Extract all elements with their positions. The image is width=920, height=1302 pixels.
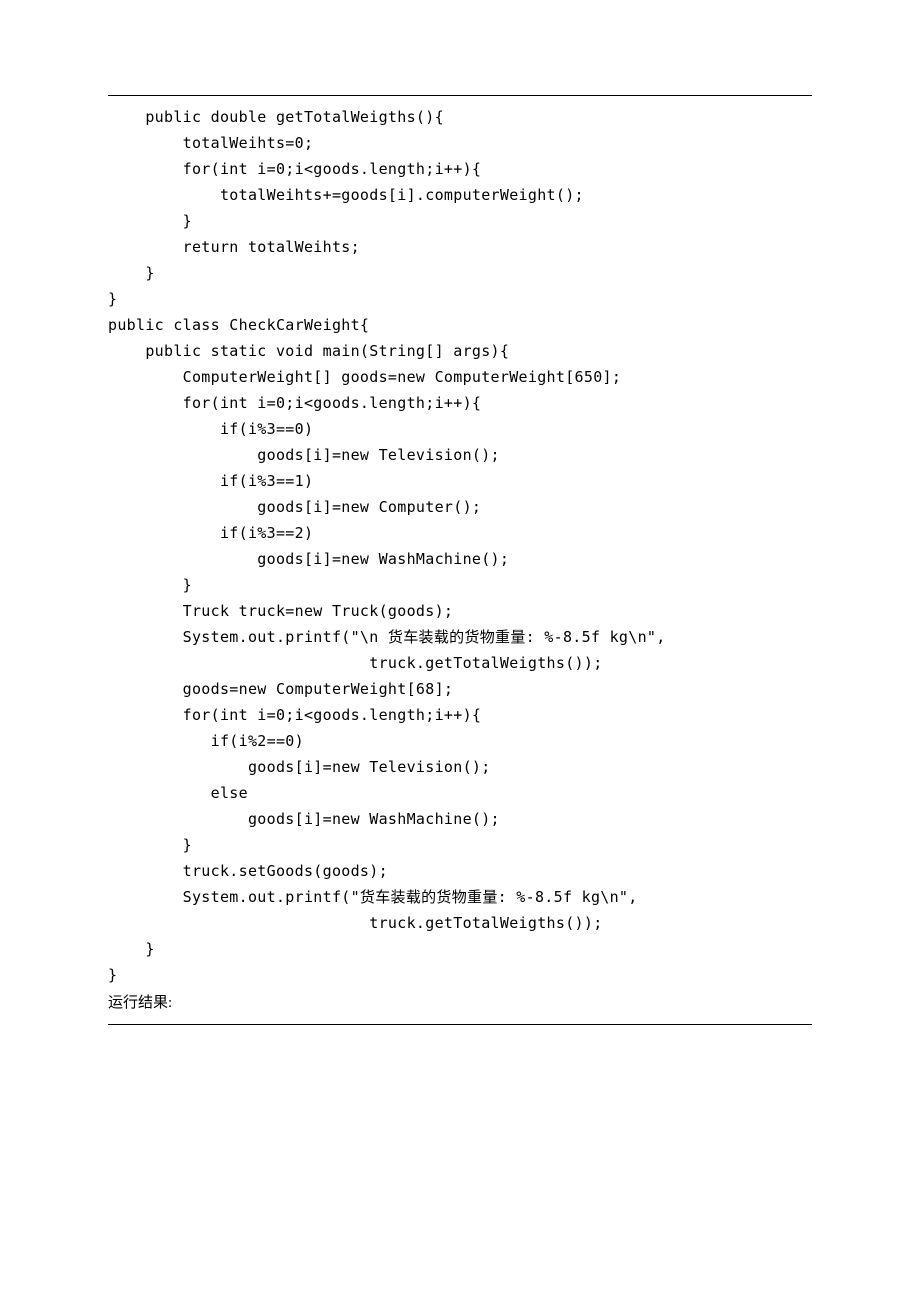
code-line: } — [108, 212, 192, 230]
code-line: goods[i]=new WashMachine(); — [108, 810, 500, 828]
code-line: goods[i]=new Television(); — [108, 446, 500, 464]
code-line: truck.setGoods(goods); — [108, 862, 388, 880]
code-line: goods[i]=new Television(); — [108, 758, 491, 776]
code-line: totalWeihts+=goods[i].computerWeight(); — [108, 186, 584, 204]
code-line: } — [108, 576, 192, 594]
code-line: Truck truck=new Truck(goods); — [108, 602, 453, 620]
code-line: if(i%2==0) — [108, 732, 304, 750]
code-line: if(i%3==1) — [108, 472, 313, 490]
top-divider — [108, 95, 812, 96]
code-line: public class CheckCarWeight{ — [108, 316, 369, 334]
code-line: public double getTotalWeigths(){ — [108, 108, 444, 126]
bottom-divider — [108, 1024, 812, 1025]
code-line: } — [108, 264, 155, 282]
code-line: } — [108, 966, 117, 984]
code-line: System.out.printf("货车装载的货物重量: %-8.5f kg\… — [108, 888, 638, 906]
code-line: } — [108, 836, 192, 854]
code-line: public static void main(String[] args){ — [108, 342, 509, 360]
result-label: 运行结果: — [108, 990, 812, 1016]
code-line: ComputerWeight[] goods=new ComputerWeigh… — [108, 368, 621, 386]
code-line: truck.getTotalWeigths()); — [108, 654, 603, 672]
code-line: goods[i]=new WashMachine(); — [108, 550, 509, 568]
code-line: for(int i=0;i<goods.length;i++){ — [108, 394, 481, 412]
code-line: } — [108, 940, 155, 958]
code-line: return totalWeihts; — [108, 238, 360, 256]
code-line: } — [108, 290, 117, 308]
code-line: else — [108, 784, 248, 802]
code-line: for(int i=0;i<goods.length;i++){ — [108, 160, 481, 178]
code-line: truck.getTotalWeigths()); — [108, 914, 603, 932]
document-page: public double getTotalWeigths(){ totalWe… — [0, 0, 920, 1085]
code-line: goods[i]=new Computer(); — [108, 498, 481, 516]
code-line: if(i%3==2) — [108, 524, 313, 542]
code-line: for(int i=0;i<goods.length;i++){ — [108, 706, 481, 724]
code-line: System.out.printf("\n 货车装载的货物重量: %-8.5f … — [108, 628, 666, 646]
code-line: if(i%3==0) — [108, 420, 313, 438]
code-line: goods=new ComputerWeight[68]; — [108, 680, 453, 698]
code-line: totalWeihts=0; — [108, 134, 313, 152]
code-block: public double getTotalWeigths(){ totalWe… — [108, 104, 812, 988]
